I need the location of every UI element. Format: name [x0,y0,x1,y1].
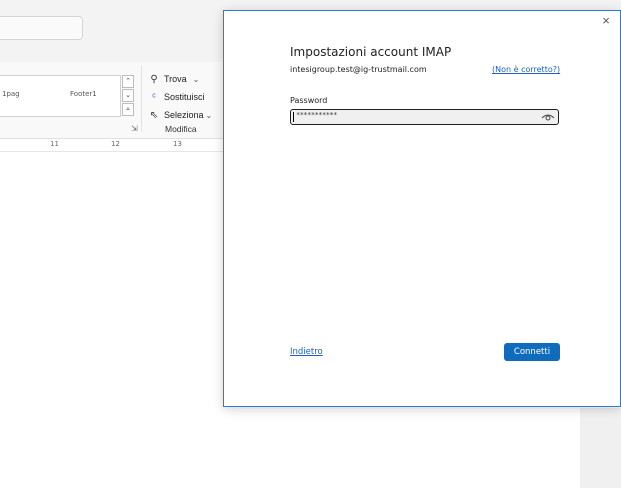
password-field[interactable]: *********** [290,109,559,125]
ruler-tick: 13 [173,140,182,148]
eye-icon[interactable] [541,111,555,122]
chevron-down-icon: ⌄ [192,74,200,84]
close-icon[interactable]: × [599,14,613,28]
connect-button[interactable]: Connetti [504,343,560,361]
back-link[interactable]: Indietro [290,347,323,357]
ribbon-separator [141,66,142,132]
chevron-down-icon: ⌄ [205,110,213,120]
search-icon: ⚲ [150,73,158,85]
password-label: Password [290,96,328,105]
gallery-down-icon[interactable]: ⌄ [122,89,134,102]
replace-icon: ᶜ [152,91,156,103]
text-cursor [293,112,294,122]
replace-label: Sostituisci [164,92,205,102]
find-button[interactable]: ⚲ Trova ⌄ [147,70,219,88]
ruler-tick: 12 [111,140,120,148]
gallery-up-icon[interactable]: ⌃ [122,75,134,88]
find-label: Trova [164,74,187,84]
gallery-more-icon[interactable]: ⩡ [122,103,134,116]
app-search-box[interactable] [0,16,83,40]
dialog-title: Impostazioni account IMAP [290,45,452,59]
select-label: Seleziona [164,110,204,120]
style-item[interactable]: Footer1 [70,90,97,98]
styles-gallery-scroll: ⌃ ⌄ ⩡ [122,75,134,117]
style-item[interactable]: 1pag [2,90,20,98]
imap-settings-dialog: × Impostazioni account IMAP intesigroup.… [223,10,621,407]
account-email: intesigroup.test@ig-trustmail.com [290,65,427,74]
side-panel [580,408,621,488]
select-button[interactable]: ⇖ Seleziona ⌄ [147,106,219,124]
ruler-tick: 11 [50,140,59,148]
editing-group: ⚲ Trova ⌄ ᶜ Sostituisci ⇖ Seleziona ⌄ [147,70,219,124]
dialog-launcher-icon[interactable]: ⇲ [131,124,138,133]
not-correct-link[interactable]: (Non è corretto?) [492,65,560,74]
cursor-icon: ⇖ [149,109,159,121]
editing-group-label: Modifica [165,124,197,134]
replace-button[interactable]: ᶜ Sostituisci [147,88,219,106]
ruler: 11 12 13 [0,139,224,152]
password-value: *********** [296,111,337,119]
